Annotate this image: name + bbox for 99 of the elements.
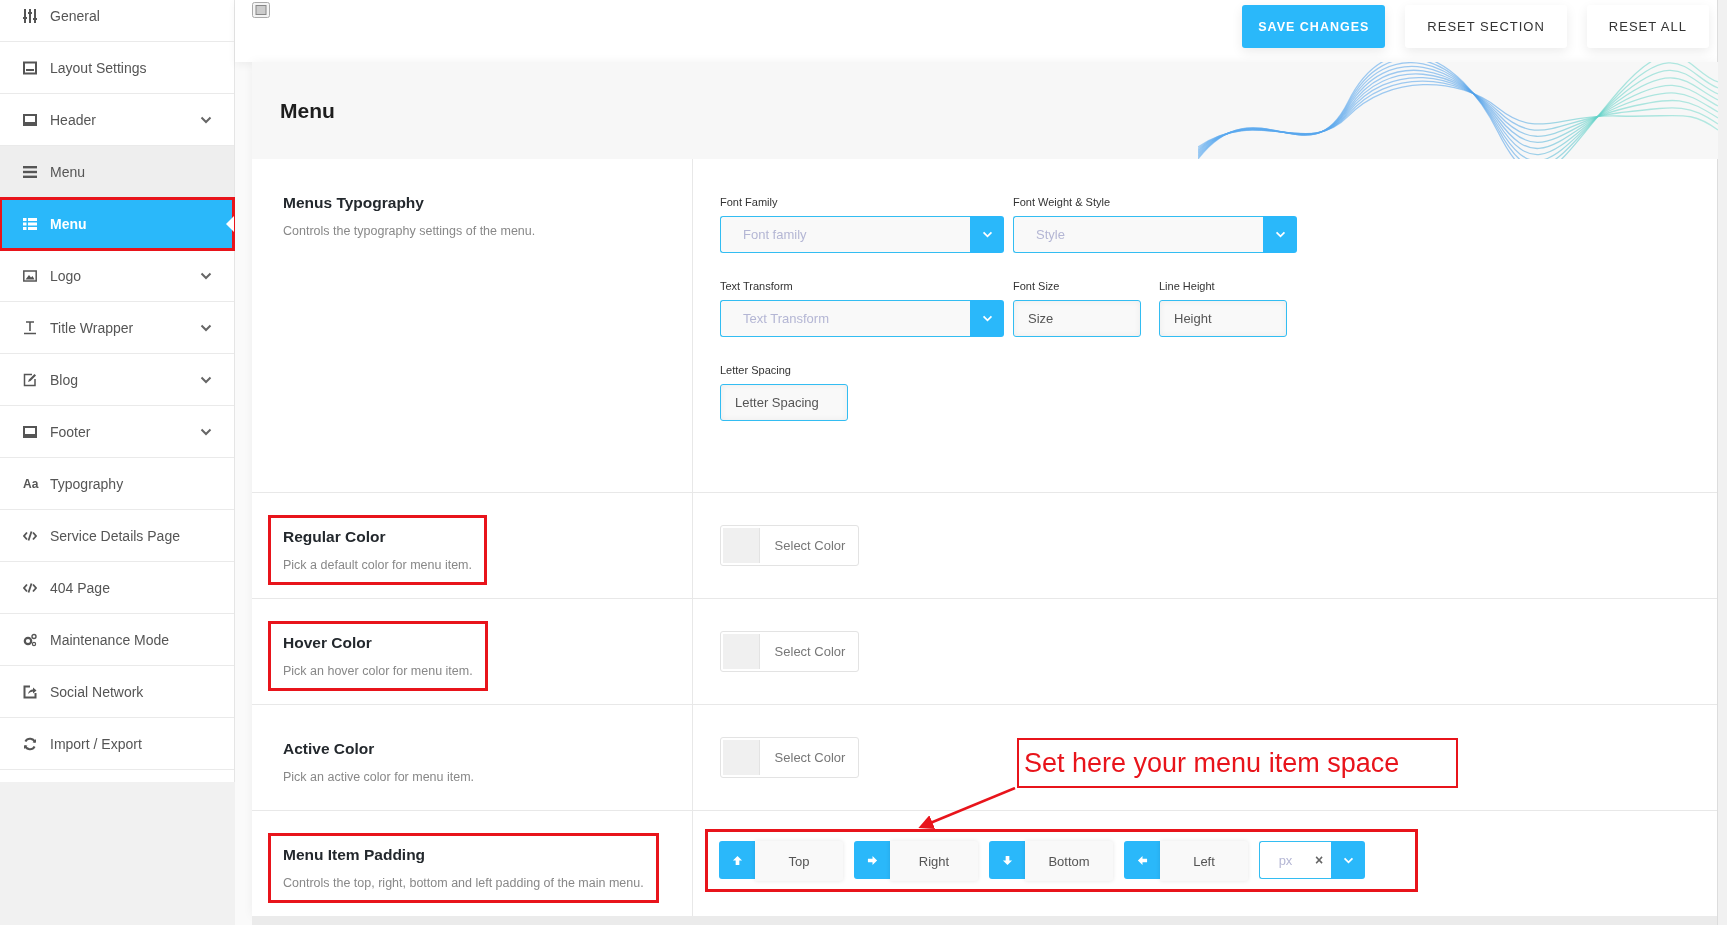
share-icon <box>23 684 37 699</box>
sidebar-item[interactable]: Aa Typography <box>0 458 234 510</box>
sidebar-item-label: 404 Page <box>50 579 110 596</box>
dropdown-toggle[interactable] <box>970 300 1004 337</box>
sidebar-item[interactable]: Maintenance Mode <box>0 614 234 666</box>
sidebar-item[interactable]: Footer <box>0 406 234 458</box>
reset-button[interactable]: RESET SECTION <box>1405 5 1567 48</box>
sidebar-item-label: Menu <box>50 215 87 232</box>
input-field[interactable]: Size <box>1013 300 1141 337</box>
list-icon <box>23 216 37 231</box>
sidebar-item[interactable]: Social Network <box>0 666 234 718</box>
chevron-down-icon <box>200 115 212 124</box>
field-label: Line Height <box>1159 280 1216 292</box>
field-label: Font Size <box>1013 280 1061 292</box>
layout-icon[interactable] <box>252 2 270 18</box>
setting-description: Pick an hover color for menu item. <box>283 664 473 678</box>
arrow-down-icon <box>989 841 1025 879</box>
image-icon <box>23 268 37 283</box>
clear-button[interactable]: × <box>1307 841 1331 879</box>
sidebar-item-label: Menu <box>50 163 86 180</box>
chevron-down-icon <box>1274 231 1286 238</box>
chevron-down-icon <box>981 315 993 322</box>
layout-icon <box>23 60 37 75</box>
color-swatch <box>723 634 760 669</box>
chevron-down-icon <box>981 231 993 238</box>
setting-title: Hover Color <box>283 634 373 652</box>
color-swatch <box>723 528 760 563</box>
edit-icon <box>23 372 37 387</box>
panel-title: Menu <box>280 98 335 123</box>
sidebar-item-label: Typography <box>50 475 124 492</box>
sidebar-item[interactable]: 404 Page <box>0 562 234 614</box>
select-field[interactable]: Font family <box>720 216 970 253</box>
refresh-icon <box>23 736 37 751</box>
gears-icon <box>23 632 37 647</box>
sidebar-item[interactable]: Service Details Page <box>0 510 234 562</box>
sidebar-item-label: General <box>50 7 100 24</box>
sidebar-item-label: Maintenance Mode <box>50 631 170 648</box>
select-field[interactable]: Style <box>1013 216 1263 253</box>
chevron-down-icon <box>200 375 212 384</box>
sidebar-item[interactable]: Import / Export <box>0 718 234 770</box>
setting-description: Controls the typography settings of the menu. <box>283 224 537 238</box>
padding-field[interactable]: Bottom <box>1025 841 1113 881</box>
reset-button[interactable]: RESET ALL <box>1586 5 1709 48</box>
sidebar-item[interactable]: Title Wrapper <box>0 302 234 354</box>
sliders-icon <box>23 8 37 23</box>
annotation-callout: Set here your menu item space <box>1017 738 1458 788</box>
sidebar-item-label: Header <box>50 111 96 128</box>
padding-field[interactable]: Top <box>755 841 843 881</box>
select-field[interactable]: Text Transform <box>720 300 970 337</box>
sidebar-item[interactable]: Blog <box>0 354 234 406</box>
setting-title: Menus Typography <box>283 194 425 212</box>
arrow-left-icon <box>1124 841 1160 879</box>
setting-title: Active Color <box>283 740 376 758</box>
text-height-icon <box>23 320 37 335</box>
color-swatch <box>723 740 760 775</box>
sidebar-item-label: Blog <box>50 371 79 388</box>
sidebar-item-label: Service Details Page <box>50 527 180 544</box>
sidebar-item-label: Logo <box>50 267 82 284</box>
dropdown-toggle[interactable] <box>1331 841 1365 879</box>
sidebar-item[interactable]: Layout Settings <box>0 42 234 94</box>
menu-icon <box>23 164 37 179</box>
setting-description: Controls the top, right, bottom and left padding of the main menu. <box>283 876 644 890</box>
color-picker-button[interactable]: Select Color <box>720 631 859 672</box>
sidebar-item-label: Layout Settings <box>50 59 147 76</box>
padding-field[interactable]: Left <box>1160 841 1248 881</box>
field-label: Font Family <box>720 196 779 208</box>
sidebar-item-label: Social Network <box>50 683 144 700</box>
setting-title: Menu Item Padding <box>283 846 427 864</box>
code-icon <box>23 580 37 595</box>
color-picker-button[interactable]: Select Color <box>720 525 859 566</box>
input-field[interactable]: Height <box>1159 300 1287 337</box>
dropdown-toggle[interactable] <box>1263 216 1297 253</box>
monitor-icon <box>23 424 37 439</box>
chevron-down-icon <box>200 427 212 436</box>
arrow-up-icon <box>719 841 755 879</box>
dropdown-toggle[interactable] <box>970 216 1004 253</box>
sidebar-item-label: Import / Export <box>50 735 142 752</box>
input-field[interactable]: Letter Spacing <box>720 384 848 421</box>
color-picker-button[interactable]: Select Color <box>720 737 859 778</box>
sidebar-item[interactable]: General <box>0 0 234 42</box>
setting-title: Regular Color <box>283 528 387 546</box>
chevron-down-icon <box>200 271 212 280</box>
setting-description: Pick a default color for menu item. <box>283 558 472 572</box>
sidebar-item-label: Title Wrapper <box>50 319 134 336</box>
padding-field[interactable]: Right <box>890 841 978 881</box>
sidebar-item-label: Footer <box>50 423 91 440</box>
field-label: Letter Spacing <box>720 364 792 376</box>
sidebar-item[interactable]: Logo <box>0 250 234 302</box>
chevron-down-icon <box>200 323 212 332</box>
monitor-icon <box>23 112 37 127</box>
arrow-right-icon <box>854 841 890 879</box>
field-label: Font Weight & Style <box>1013 196 1111 208</box>
setting-description: Pick an active color for menu item. <box>283 770 476 784</box>
sidebar-item[interactable]: Menu <box>0 146 234 198</box>
field-label: Text Transform <box>720 280 794 292</box>
code-icon <box>23 528 37 543</box>
font-icon: Aa <box>23 476 37 491</box>
chevron-down-icon <box>1342 856 1354 864</box>
unit-select[interactable]: px <box>1259 841 1307 879</box>
